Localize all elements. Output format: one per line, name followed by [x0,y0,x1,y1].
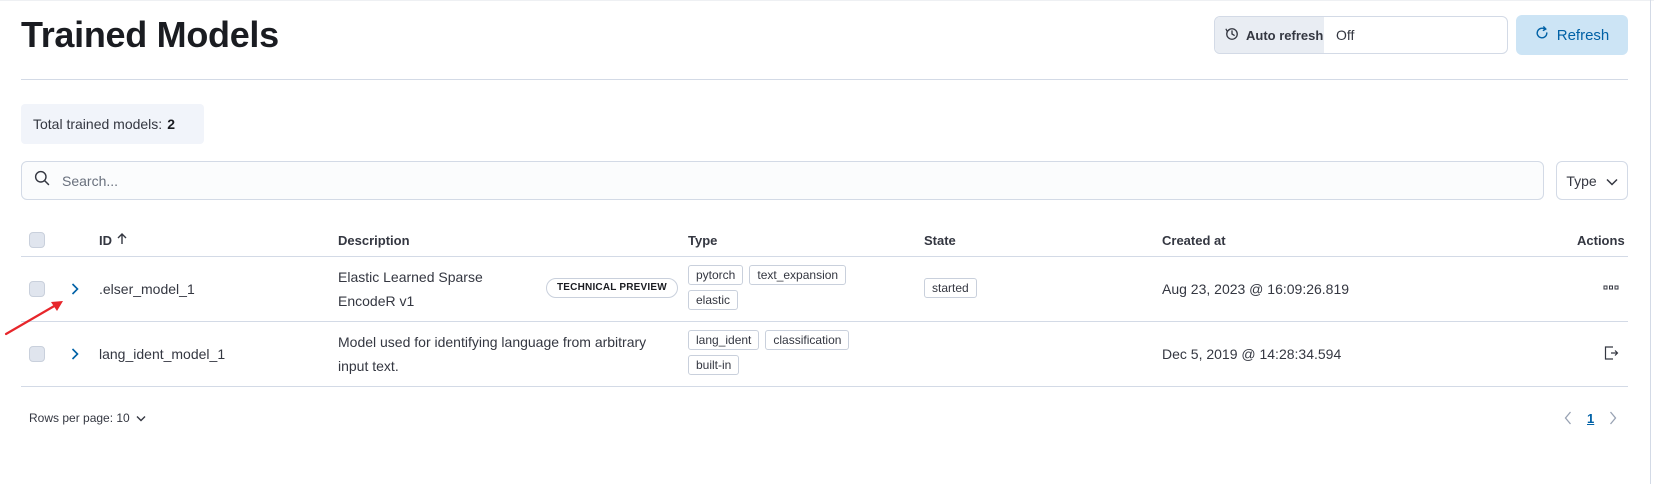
search-icon [34,170,50,191]
search-input[interactable] [60,171,1464,190]
chevron-right-icon [1610,411,1617,425]
table-header: ID Description Type State Created at Act… [21,224,1628,257]
type-tag: pytorch [688,265,744,285]
expand-row-button[interactable] [66,345,84,363]
models-table: ID Description Type State Created at Act… [21,224,1628,387]
refresh-icon [1535,26,1549,44]
created-at: Dec 5, 2019 @ 14:28:34.594 [1162,346,1342,362]
auto-refresh-label: Auto refresh [1246,27,1324,43]
type-tags: pytorch text_expansion elastic [688,265,888,310]
chevron-down-icon [1606,173,1618,189]
export-icon [1604,346,1619,360]
total-models-count: 2 [167,116,175,132]
column-header-created-at: Created at [1162,233,1226,248]
deploy-model-button[interactable] [1601,343,1621,363]
ellipsis-icon [1603,285,1619,290]
type-tag: classification [765,330,850,350]
column-header-actions: Actions [1577,233,1625,248]
search-bar [21,161,1544,200]
auto-refresh-button[interactable]: Auto refresh [1215,17,1324,53]
column-header-state: State [924,233,956,248]
table-row: lang_ident_model_1 Model used for identi… [21,322,1628,387]
auto-refresh-value[interactable]: Off [1324,17,1507,53]
column-header-id[interactable]: ID [99,233,127,248]
scrollbar-edge [1650,0,1651,484]
chevron-down-icon [136,411,146,425]
column-header-description: Description [338,233,410,248]
state-badge: started [924,278,977,298]
auto-refresh-control: Auto refresh Off [1214,16,1508,54]
column-header-type: Type [688,233,718,248]
model-description: Model used for identifying language from… [338,334,647,374]
previous-page-button[interactable] [1561,410,1575,426]
annotation-arrow-icon [4,301,63,336]
type-tag: elastic [688,290,739,310]
type-tag: built-in [688,355,740,375]
chevron-left-icon [1564,411,1571,425]
type-tags: lang_ident classification built-in [688,330,878,375]
model-id: lang_ident_model_1 [99,346,226,362]
rows-per-page-button[interactable]: Rows per page: 10 [29,411,146,425]
refresh-button[interactable]: Refresh [1516,15,1628,55]
pagination: 1 [1561,410,1620,426]
row-actions-button[interactable] [1601,278,1621,298]
chevron-right-icon [71,283,79,295]
header-divider [21,79,1628,80]
select-all-checkbox[interactable] [29,232,45,248]
clock-refresh-icon [1225,27,1239,44]
page-number[interactable]: 1 [1587,411,1594,426]
top-border [0,0,1654,1]
type-tag: lang_ident [688,330,760,350]
model-id: .elser_model_1 [99,281,195,297]
next-page-button[interactable] [1606,410,1620,426]
total-models-badge: Total trained models: 2 [21,104,204,144]
arrow-up-icon [117,233,127,248]
rows-per-page-label: Rows per page: 10 [29,411,130,425]
row-checkbox[interactable] [29,346,45,362]
type-filter-button[interactable]: Type [1556,161,1628,200]
type-filter-label: Type [1566,172,1597,189]
chevron-right-icon [71,348,79,360]
technical-preview-badge: TECHNICAL PREVIEW [546,278,678,298]
page-title: Trained Models [21,14,279,55]
created-at: Aug 23, 2023 @ 16:09:26.819 [1162,281,1350,297]
column-id-label: ID [99,233,112,248]
type-tag: text_expansion [749,265,847,285]
table-row: .elser_model_1 Elastic Learned Sparse En… [21,257,1628,322]
model-description: Elastic Learned Sparse EncodeR v1 [338,269,483,309]
total-models-label: Total trained models: [33,116,163,132]
refresh-label: Refresh [1556,26,1610,44]
